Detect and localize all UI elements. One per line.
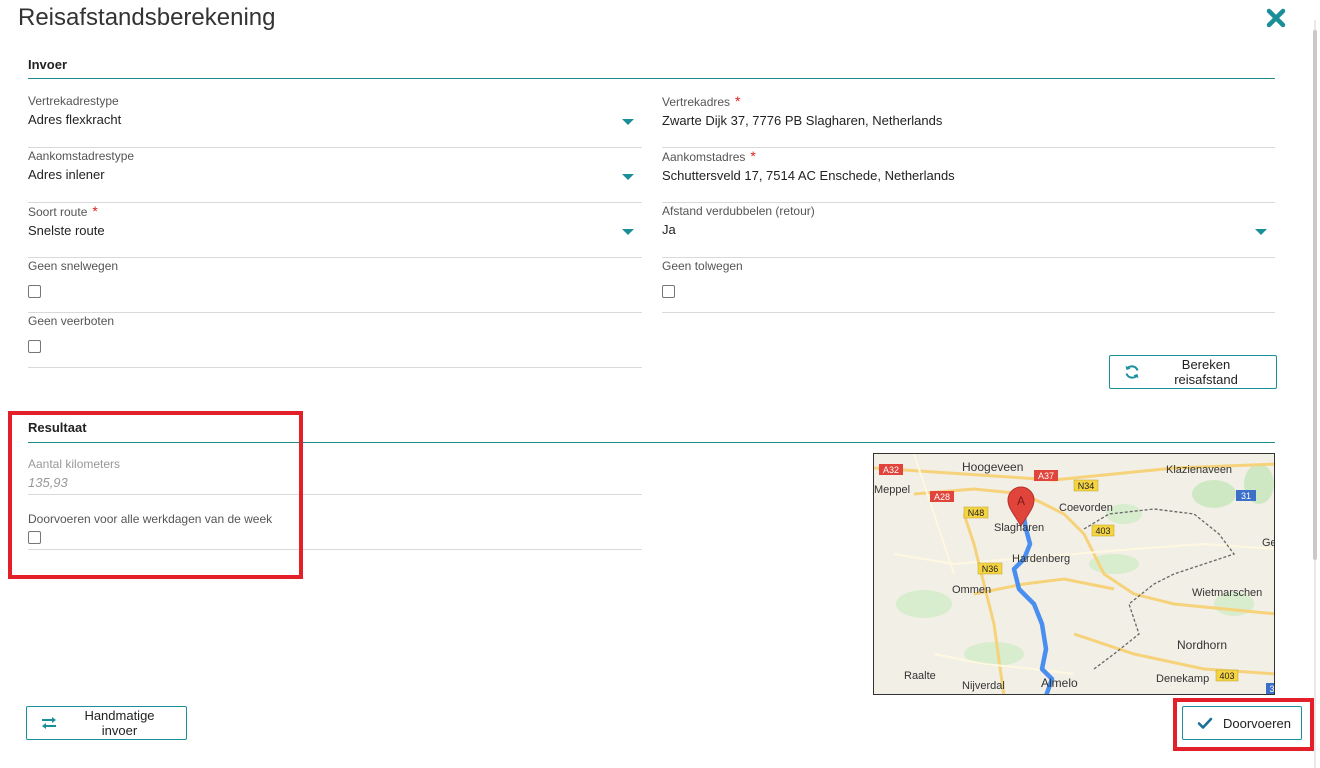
map-forest [896,590,952,618]
geen-snelwegen-field: Geen snelwegen [28,258,642,313]
section-title-invoer: Invoer [28,57,68,72]
aankomstadrestype-label: Aankomstadrestype [28,149,135,163]
swap-arrows-icon [42,717,56,729]
place-label: Meppel [874,484,910,496]
required-marker: * [735,93,741,109]
scrollbar-thumb[interactable] [1313,30,1317,560]
vertrekadrestype-label: Vertrekadrestype [28,94,119,108]
highlight-box-resultaat [8,411,303,579]
road-label-n36: N36 [982,564,999,574]
required-marker: * [92,203,98,219]
map-marker-label: A [1017,494,1025,508]
bereken-reisafstand-label: Bereken reisafstand [1174,357,1238,387]
chevron-down-icon [1255,229,1267,235]
road-label-a28: A28 [934,492,950,502]
section-title-resultaat: Resultaat [28,420,87,435]
doorvoeren-week-checkbox[interactable] [28,531,41,544]
chevron-down-icon [622,174,634,180]
vertrekadres-field[interactable]: Vertrekadres * Zwarte Dijk 37, 7776 PB Sl… [662,93,1275,148]
checkmark-icon [1197,717,1213,729]
doorvoeren-label: Doorvoeren [1223,715,1291,731]
road-label-403b: 403 [1219,671,1234,681]
aankomstadrestype-value: Adres inlener [28,167,105,182]
section-divider-invoer [28,78,1275,79]
geen-tolwegen-checkbox[interactable] [662,285,675,298]
road-label-n48: N48 [968,508,985,518]
handmatige-invoer-label: Handmatige invoer [84,708,155,738]
route-map[interactable]: A A32 A37 A28 N34 N48 403 N36 31 403 3 H… [873,453,1275,695]
road-label-a37: A37 [1038,471,1054,481]
geen-tolwegen-field: Geen tolwegen [662,258,1275,313]
vertrekadrestype-value: Adres flexkracht [28,112,122,127]
place-label: Almelo [1041,676,1078,690]
afstand-verdubbelen-label: Afstand verdubbelen (retour) [662,204,815,218]
scrollbar[interactable] [1310,20,1320,768]
chevron-down-icon [622,229,634,235]
dialog-title: Reisafstandsberekening [18,4,276,31]
place-label: Hoogeveen [962,460,1023,474]
geen-snelwegen-label: Geen snelwegen [28,259,119,273]
aantal-kilometers-value: 135,93 [28,475,68,490]
close-icon[interactable] [1263,5,1289,31]
place-label: Denekamp [1156,673,1209,685]
vertrekadrestype-select[interactable]: Vertrekadrestype Adres flexkracht [28,93,642,148]
route-map-canvas: A A32 A37 A28 N34 N48 403 N36 31 403 3 H… [874,454,1275,694]
geen-veerboten-field: Geen veerboten [28,313,642,368]
afstand-verdubbelen-select[interactable]: Afstand verdubbelen (retour) Ja [662,203,1275,258]
road-label-n34: N34 [1078,481,1095,491]
refresh-icon [1125,365,1139,379]
doorvoeren-week-label: Doorvoeren voor alle werkdagen van de we… [28,512,273,526]
required-marker: * [750,148,756,164]
place-label: Nordhorn [1177,638,1227,652]
road-label-a32: A32 [883,465,899,475]
aankomstadres-field[interactable]: Aankomstadres * Schuttersveld 17, 7514 AC… [662,148,1275,203]
section-divider-resultaat [28,442,1275,443]
aankomstadres-value: Schuttersveld 17, 7514 AC Enschede, Neth… [662,168,955,183]
aankomstadres-label: Aankomstadres * [662,148,756,164]
vertrekadres-label: Vertrekadres * [662,93,741,109]
aantal-kilometers-field: Aantal kilometers 135,93 [28,456,642,495]
road-label-31: 31 [1241,491,1251,501]
place-label: Hardenberg [1012,553,1070,565]
doorvoeren-week-field: Doorvoeren voor alle werkdagen van de we… [28,511,642,550]
aankomstadrestype-select[interactable]: Aankomstadrestype Adres inlener [28,148,642,203]
geen-veerboten-checkbox[interactable] [28,340,41,353]
map-forest [1192,480,1236,508]
bereken-reisafstand-button[interactable]: Bereken reisafstand [1109,355,1277,389]
geen-veerboten-label: Geen veerboten [28,314,115,328]
place-label: Raalte [904,670,936,682]
soort-route-value: Snelste route [28,223,105,238]
soort-route-label: Soort route * [28,203,98,219]
place-label: Ommen [952,584,991,596]
place-label: Wietmarschen [1192,587,1262,599]
aantal-kilometers-label: Aantal kilometers [28,457,121,471]
chevron-down-icon [622,119,634,125]
geen-tolwegen-label: Geen tolwegen [662,259,743,273]
road-label-3: 3 [1269,684,1274,694]
place-label: Nijverdal [962,680,1005,692]
place-label: Slagharen [994,522,1044,534]
place-label: Coevorden [1059,502,1113,514]
soort-route-select[interactable]: Soort route * Snelste route [28,203,642,258]
place-label: Ge [1262,537,1275,549]
afstand-verdubbelen-value: Ja [662,222,676,237]
handmatige-invoer-button[interactable]: Handmatige invoer [26,706,187,740]
geen-snelwegen-checkbox[interactable] [28,285,41,298]
place-label: Klazienaveen [1166,464,1232,476]
doorvoeren-button[interactable]: Doorvoeren [1182,706,1302,740]
road-label-403: 403 [1095,526,1110,536]
vertrekadres-value: Zwarte Dijk 37, 7776 PB Slagharen, Nethe… [662,113,943,128]
